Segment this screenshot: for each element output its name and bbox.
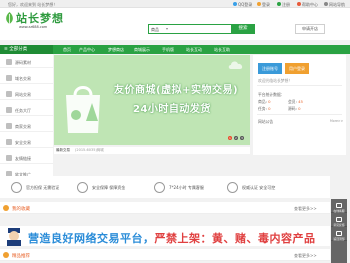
site-nav-link[interactable]: 网站导航	[324, 2, 345, 8]
website-icon	[6, 91, 12, 97]
section-title: 精品推荐	[12, 253, 30, 259]
certificate-icon	[227, 182, 238, 193]
floating-toolbar: 在线客服 意见反馈 返回顶部	[331, 199, 347, 263]
shopping-bag-illustration	[66, 86, 100, 133]
nav-item-products[interactable]: 产品中心	[79, 45, 95, 54]
main-nav: ≡ 全部分类 首页 产品中心 梦想商店 商城展示 手机版 站长互动 站长互助	[0, 45, 350, 54]
divider	[257, 114, 342, 115]
handshake-icon	[11, 182, 22, 193]
arrow-up-icon	[336, 231, 342, 236]
link-icon	[6, 155, 12, 161]
register-icon	[277, 2, 281, 6]
apply-shop-button[interactable]: 申请开店	[295, 24, 325, 34]
sidebar-item-domain[interactable]: 域名交易	[0, 72, 53, 84]
qq-icon	[233, 2, 237, 6]
site-logo[interactable]: 站长梦想	[16, 10, 64, 26]
view-more-link[interactable]: 查看更多>>	[294, 253, 317, 259]
leaf-logo-icon	[6, 12, 13, 24]
sidebar-item-merchant[interactable]: 商家交易	[0, 120, 53, 132]
nav-item-mutual-help[interactable]: 站长互助	[214, 45, 230, 54]
view-more-link[interactable]: 查看更多>>	[294, 206, 317, 212]
banner-page-1[interactable]: 1	[228, 136, 232, 140]
lock-icon	[6, 139, 12, 145]
banner-subline: 24小时自动发货	[133, 104, 211, 115]
back-to-top-button[interactable]: 返回顶部	[331, 229, 347, 241]
login-link[interactable]: 登录	[257, 2, 270, 8]
globe-icon	[6, 75, 12, 81]
star-icon	[3, 205, 9, 211]
stat-tasks: 任务: 0	[258, 106, 271, 111]
banner-page-2[interactable]: 2	[234, 136, 238, 140]
sidebar-item-secure[interactable]: 安全交易	[0, 136, 53, 148]
user-panel: 注册账号 用户登录 欢迎光临站长梦想！ 平台统计数据： 商品: 0 会员: 45…	[253, 55, 346, 155]
feedback-icon	[336, 217, 342, 222]
banner-page-3[interactable]: 3	[240, 136, 244, 140]
online-service-button[interactable]: 在线客服	[331, 201, 347, 213]
nav-item-interaction[interactable]: 站长互动	[186, 45, 202, 54]
cloud-icon	[228, 61, 243, 69]
fire-icon	[3, 252, 9, 258]
top-bar: 您好，欢迎来到 站长梦想！ QQ登录 登录 注册 帮助中心 网站导航	[0, 0, 350, 8]
safe-icon	[77, 182, 88, 193]
menu-icon	[324, 2, 328, 6]
news-item[interactable]: (2015-6035)商城	[75, 148, 104, 153]
feedback-button[interactable]: 意见反馈	[331, 215, 347, 227]
stat-members: 会员: 45	[288, 99, 303, 104]
all-categories[interactable]: ≡ 全部分类	[0, 45, 53, 54]
help-icon	[297, 2, 301, 6]
section-title: 我的收藏	[12, 206, 30, 212]
sidebar-item-website[interactable]: 网站交易	[0, 88, 53, 100]
banner-headline: 友价商城(虚拟+实物交易)	[114, 85, 239, 96]
nav-item-showcase[interactable]: 商城展示	[134, 45, 150, 54]
user-icon	[257, 2, 261, 6]
sidebar-item-tasks[interactable]: 任务大厅	[0, 104, 53, 116]
stats-label: 平台统计数据：	[258, 92, 285, 97]
promo-banner[interactable]: 友价商城(虚拟+实物交易) 24小时自动发货 1 2 3	[54, 55, 250, 145]
police-icon	[7, 228, 21, 246]
search-category-select[interactable]: 商品	[151, 27, 159, 33]
stat-goods: 商品: 0	[258, 99, 271, 104]
login-button[interactable]: 用户登录	[285, 63, 309, 74]
nav-item-mobile[interactable]: 手机版	[162, 45, 174, 54]
help-center-link[interactable]: 帮助中心	[297, 2, 318, 8]
notice-banner[interactable]: 营造良好网络交易平台，严禁上架：黄、赌、毒内容产品	[0, 226, 330, 246]
chevron-down-icon	[166, 28, 168, 30]
sidebar-item-source[interactable]: 源码素材	[0, 56, 53, 68]
announcement: 欢迎光临站长梦想！	[258, 78, 293, 83]
register-button[interactable]: 注册账号	[258, 63, 282, 74]
shop-icon	[6, 123, 12, 129]
site-url: www.zz688.com	[19, 25, 48, 29]
search-button[interactable]: 搜索	[231, 23, 255, 34]
stat-source: 源码: 0	[288, 106, 301, 111]
notice-more-link[interactable]: More>>	[330, 119, 343, 123]
clock-icon	[154, 182, 165, 193]
search-box: 商品 搜索	[148, 23, 255, 34]
latest-trades: 最新交易 (2015-6035)商城	[54, 147, 250, 154]
qq-login-link[interactable]: QQ登录	[233, 2, 252, 8]
register-link[interactable]: 注册	[277, 2, 290, 8]
service-features: 官方担保 无需验证 安全保障 保障资金 7*24小时 专属客服 权威认证 安全可…	[0, 176, 330, 198]
task-icon	[6, 107, 12, 113]
divider	[257, 85, 342, 86]
chat-icon	[336, 203, 342, 208]
news-label: 最新交易	[56, 148, 70, 152]
nav-item-home[interactable]: 首页	[63, 45, 71, 54]
section-hot: 精品推荐 查看更多>>	[0, 249, 330, 261]
section-recommend: 我的收藏 查看更多>>	[0, 202, 330, 214]
site-notice-title: 网站公告	[258, 119, 274, 124]
nav-item-store[interactable]: 梦想商店	[108, 45, 124, 54]
welcome-text: 您好，欢迎来到 站长梦想！	[8, 1, 58, 7]
code-icon	[6, 59, 12, 65]
search-input[interactable]	[171, 25, 231, 32]
notice-text: 营造良好网络交易平台，严禁上架：黄、赌、毒内容产品	[28, 232, 316, 245]
sidebar-item-links[interactable]: 友情链接	[0, 152, 53, 164]
